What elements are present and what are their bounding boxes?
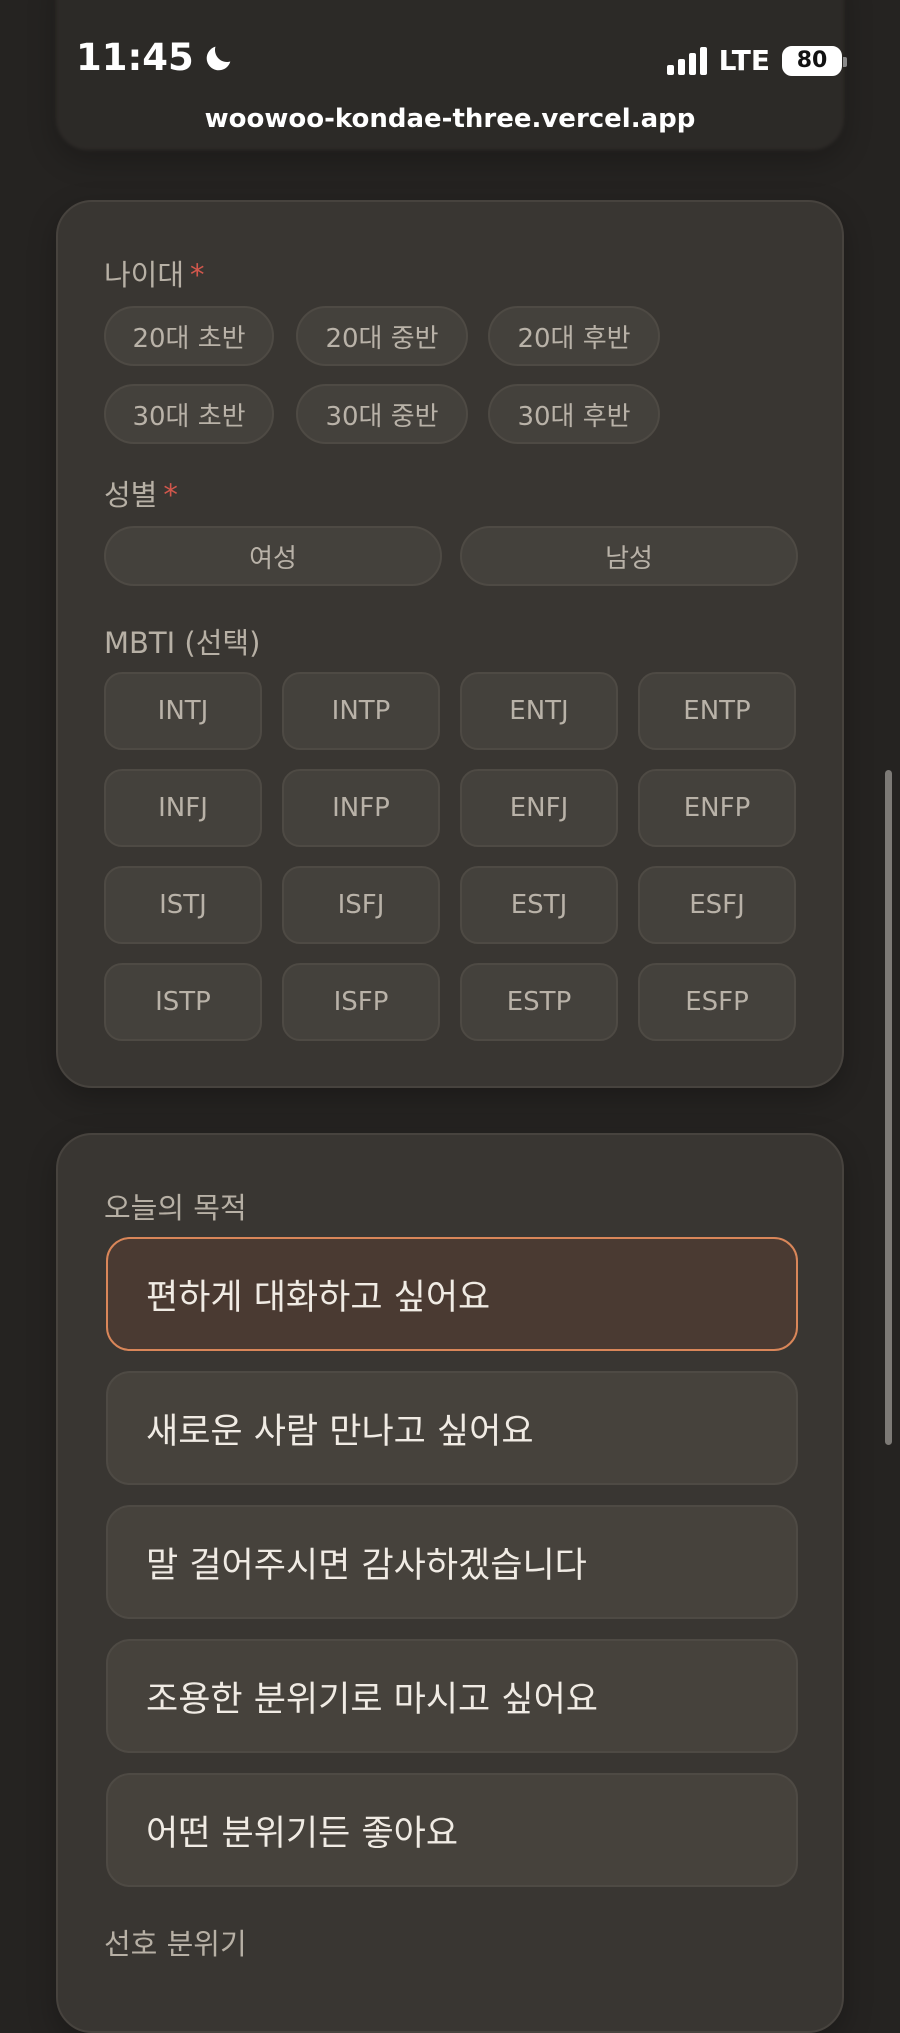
age-option-chip[interactable]: 30대 중반 [296, 384, 468, 444]
mbti-option-intp[interactable]: INTP [282, 672, 440, 750]
mbti-option-istp[interactable]: ISTP [104, 963, 262, 1041]
mbti-option-entp[interactable]: ENTP [638, 672, 796, 750]
purpose-option[interactable]: 조용한 분위기로 마시고 싶어요 [106, 1639, 798, 1753]
age-option-chip[interactable]: 30대 초반 [104, 384, 274, 444]
mbti-option-intj[interactable]: INTJ [104, 672, 262, 750]
mbti-option-esfp[interactable]: ESFP [638, 963, 796, 1041]
battery-icon: 80 [782, 45, 847, 76]
age-label: 나이대 * [104, 258, 205, 292]
age-option-chip[interactable]: 20대 초반 [104, 306, 274, 366]
required-mark: * [190, 258, 205, 292]
gender-female-button[interactable]: 여성 [104, 526, 442, 586]
age-option-chip[interactable]: 20대 중반 [296, 306, 468, 366]
purpose-card: 오늘의 목적 편하게 대화하고 싶어요새로운 사람 만나고 싶어요말 걸어주시면… [56, 1133, 844, 2033]
mbti-option-istj[interactable]: ISTJ [104, 866, 262, 944]
mbti-option-enfj[interactable]: ENFJ [460, 769, 618, 847]
profile-card: 나이대 * 20대 초반 20대 중반 20대 후반 30대 초반 30대 중반 30대 후… [56, 200, 844, 1088]
mood-section-label: 선호 분위기 [104, 1927, 247, 1961]
scrollbar[interactable] [885, 770, 892, 1445]
mbti-option-estj[interactable]: ESTJ [460, 866, 618, 944]
status-indicators: LTE 80 [666, 44, 847, 77]
gender-label: 성별 * [104, 478, 178, 512]
mbti-option-estp[interactable]: ESTP [460, 963, 618, 1041]
clock-text: 11:45 [76, 36, 194, 79]
mbti-option-infj[interactable]: INFJ [104, 769, 262, 847]
purpose-option[interactable]: 편하게 대화하고 싶어요 [106, 1237, 798, 1351]
mbti-option-isfp[interactable]: ISFP [282, 963, 440, 1041]
url-bar[interactable]: woowoo-kondae-three.vercel.app [0, 104, 900, 134]
purpose-title: 오늘의 목적 [104, 1191, 247, 1225]
age-option-chip[interactable]: 20대 후반 [488, 306, 660, 366]
mbti-option-esfj[interactable]: ESFJ [638, 866, 796, 944]
network-type: LTE [718, 44, 770, 77]
required-mark: * [163, 478, 178, 512]
mbti-option-entj[interactable]: ENTJ [460, 672, 618, 750]
age-option-chip[interactable]: 30대 후반 [488, 384, 660, 444]
gender-male-button[interactable]: 남성 [460, 526, 798, 586]
mbti-option-infp[interactable]: INFP [282, 769, 440, 847]
battery-level: 80 [796, 48, 828, 73]
moon-icon [206, 46, 231, 70]
mbti-option-isfj[interactable]: ISFJ [282, 866, 440, 944]
mbti-label: MBTI (선택) [104, 626, 261, 660]
cellular-signal-icon [666, 46, 707, 75]
purpose-option[interactable]: 어떤 분위기든 좋아요 [106, 1773, 798, 1887]
status-time: 11:45 [76, 36, 236, 79]
status-bar: 11:45 LTE 80 [0, 0, 900, 110]
purpose-option[interactable]: 말 걸어주시면 감사하겠습니다 [106, 1505, 798, 1619]
purpose-option[interactable]: 새로운 사람 만나고 싶어요 [106, 1371, 798, 1485]
mbti-option-enfp[interactable]: ENFP [638, 769, 796, 847]
